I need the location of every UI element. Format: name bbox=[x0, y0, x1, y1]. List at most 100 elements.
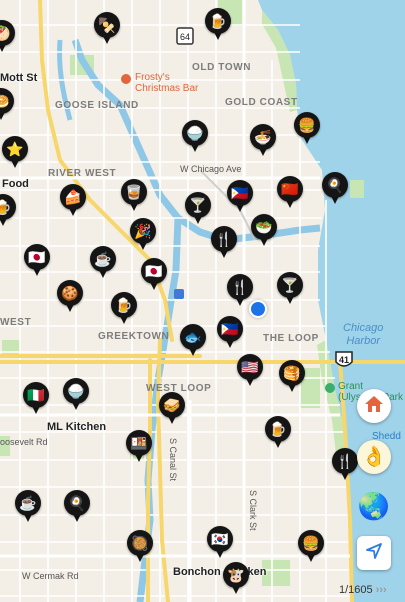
food-map-pin-icon[interactable]: 🍴 bbox=[211, 226, 237, 262]
food-map-pin-icon[interactable]: 🥞 bbox=[279, 360, 305, 396]
pin-emoji: ⭐ bbox=[2, 136, 28, 162]
food-map-pin-icon[interactable]: 🇯🇵 bbox=[141, 258, 167, 294]
food-map-pin-icon[interactable]: 🍺 bbox=[0, 194, 16, 230]
food-map-pin-icon[interactable]: 🍳 bbox=[322, 172, 348, 208]
pin-emoji: 🥞 bbox=[279, 360, 305, 386]
food-map-pin-icon[interactable]: 🥃 bbox=[121, 179, 147, 215]
food-map-pin-icon[interactable]: 🥙 bbox=[0, 20, 15, 56]
pin-emoji: 🥪 bbox=[159, 392, 185, 418]
pin-emoji: 🇰🇷 bbox=[207, 526, 233, 552]
food-map-pin-icon[interactable]: 🍴 bbox=[227, 274, 253, 310]
pin-emoji: 🇵🇭 bbox=[217, 316, 243, 342]
pin-emoji: 🐮 bbox=[223, 562, 249, 588]
home-icon bbox=[364, 394, 384, 419]
food-map-pin-icon[interactable]: 🍚 bbox=[63, 378, 89, 414]
pin-emoji: 🍢 bbox=[94, 12, 120, 38]
street-label: S Clark St bbox=[248, 490, 258, 531]
food-map-pin-icon[interactable]: 🍪 bbox=[57, 280, 83, 316]
interstate-shield-number: 64 bbox=[180, 32, 190, 42]
neighborhood-label: RIVER WEST bbox=[48, 168, 117, 179]
map-view[interactable]: OLD TOWN GOLD COAST GOOSE ISLAND RIVER W… bbox=[0, 0, 405, 602]
locate-me-button[interactable] bbox=[357, 536, 391, 570]
poi-marker-icon bbox=[325, 383, 335, 393]
food-map-pin-icon[interactable]: 🍚 bbox=[182, 120, 208, 156]
pin-emoji: 🥯 bbox=[0, 88, 14, 114]
food-map-pin-icon[interactable]: 🍳 bbox=[64, 490, 90, 526]
neighborhood-label: GOLD COAST bbox=[225, 97, 298, 108]
water-label: Chicago Harbor bbox=[343, 322, 384, 347]
food-map-pin-icon[interactable]: 🇺🇸 bbox=[237, 354, 263, 390]
food-map-pin-icon[interactable]: 🐮 bbox=[223, 562, 249, 598]
street-label: W Chicago Ave bbox=[180, 164, 242, 174]
street-label: oosevelt Rd bbox=[0, 437, 48, 447]
neighborhood-label: WEST bbox=[0, 317, 32, 328]
pin-emoji: 🍴 bbox=[332, 448, 358, 474]
food-map-pin-icon[interactable]: 🍢 bbox=[94, 12, 120, 48]
food-map-pin-icon[interactable]: 🍸 bbox=[277, 272, 303, 308]
place-label: Food bbox=[2, 178, 29, 190]
food-map-pin-icon[interactable]: 🍴 bbox=[332, 448, 358, 484]
pin-emoji: 🇯🇵 bbox=[24, 244, 50, 270]
pin-emoji: 🍰 bbox=[60, 184, 86, 210]
pin-emoji: 🍳 bbox=[322, 172, 348, 198]
food-map-pin-icon[interactable]: 🍔 bbox=[294, 112, 320, 148]
pin-emoji: 🍸 bbox=[277, 272, 303, 298]
pin-emoji: 🍺 bbox=[111, 292, 137, 318]
food-map-pin-icon[interactable]: 🍺 bbox=[265, 416, 291, 452]
us-route-shield-number: 41 bbox=[339, 355, 349, 365]
food-map-pin-icon[interactable]: 🍺 bbox=[111, 292, 137, 328]
food-map-pin-icon[interactable]: 🇰🇷 bbox=[207, 526, 233, 562]
food-map-pin-icon[interactable]: 🎉 bbox=[130, 218, 156, 254]
ok-hand-icon: 👌 bbox=[361, 446, 387, 468]
globe-button[interactable]: 🌏 bbox=[357, 489, 391, 523]
next-arrows[interactable]: ››› bbox=[376, 584, 387, 596]
pin-emoji: 🍺 bbox=[265, 416, 291, 442]
street-label: S Canal St bbox=[168, 438, 178, 482]
pin-emoji: 🥃 bbox=[121, 179, 147, 205]
pin-emoji: 🇨🇳 bbox=[277, 176, 303, 202]
food-map-pin-icon[interactable]: 🇯🇵 bbox=[24, 244, 50, 280]
pin-emoji: 🍴 bbox=[227, 274, 253, 300]
pin-emoji: 🍔 bbox=[294, 112, 320, 138]
pin-emoji: 🐟 bbox=[180, 324, 206, 350]
food-map-pin-icon[interactable]: ☕ bbox=[15, 490, 41, 526]
food-map-pin-icon[interactable]: 🐟 bbox=[180, 324, 206, 360]
pin-emoji: 🍜 bbox=[250, 124, 276, 150]
food-map-pin-icon[interactable]: 🥗 bbox=[251, 214, 277, 250]
food-map-pin-icon[interactable]: 🍔 bbox=[298, 530, 324, 566]
home-button[interactable] bbox=[357, 389, 391, 423]
pin-emoji: 🇵🇭 bbox=[227, 180, 253, 206]
food-map-pin-icon[interactable]: 🍺 bbox=[205, 8, 231, 44]
result-counter: 1/1605 ››› bbox=[339, 584, 387, 596]
ok-hand-button[interactable]: 👌 bbox=[357, 440, 391, 474]
food-map-pin-icon[interactable]: 🍸 bbox=[185, 192, 211, 228]
food-map-pin-icon[interactable]: 🍜 bbox=[250, 124, 276, 160]
neighborhood-label: THE LOOP bbox=[263, 333, 319, 344]
pin-emoji: 🍴 bbox=[211, 226, 237, 252]
location-arrow-icon bbox=[365, 542, 383, 565]
food-map-pin-icon[interactable]: 🇮🇹 bbox=[23, 382, 49, 418]
pin-emoji: 🍚 bbox=[182, 120, 208, 146]
pin-emoji: 🇺🇸 bbox=[237, 354, 263, 380]
pin-emoji: 🍚 bbox=[63, 378, 89, 404]
food-map-pin-icon[interactable]: ☕ bbox=[90, 246, 116, 282]
pin-emoji: ☕ bbox=[15, 490, 41, 516]
food-map-pin-icon[interactable]: ⭐ bbox=[2, 136, 28, 172]
neighborhood-label: GREEKTOWN bbox=[98, 331, 170, 342]
food-map-pin-icon[interactable]: 🇨🇳 bbox=[277, 176, 303, 212]
pin-emoji: 🍺 bbox=[0, 194, 16, 220]
neighborhood-label: GOOSE ISLAND bbox=[55, 100, 139, 111]
food-map-pin-icon[interactable]: 🥪 bbox=[159, 392, 185, 428]
pin-emoji: 🍱 bbox=[126, 430, 152, 456]
pin-emoji: 🍺 bbox=[205, 8, 231, 34]
food-map-pin-icon[interactable]: 🥘 bbox=[127, 530, 153, 566]
food-map-pin-icon[interactable]: 🥯 bbox=[0, 88, 14, 124]
interstate-shield-icon: 64 bbox=[176, 27, 194, 50]
pin-emoji: 🍔 bbox=[298, 530, 324, 556]
pin-emoji: 🥙 bbox=[0, 20, 15, 46]
poi-label[interactable]: Frosty's Christmas Bar bbox=[135, 72, 198, 94]
food-map-pin-icon[interactable]: 🇵🇭 bbox=[217, 316, 243, 352]
food-map-pin-icon[interactable]: 🍰 bbox=[60, 184, 86, 220]
food-map-pin-icon[interactable]: 🇵🇭 bbox=[227, 180, 253, 216]
food-map-pin-icon[interactable]: 🍱 bbox=[126, 430, 152, 466]
